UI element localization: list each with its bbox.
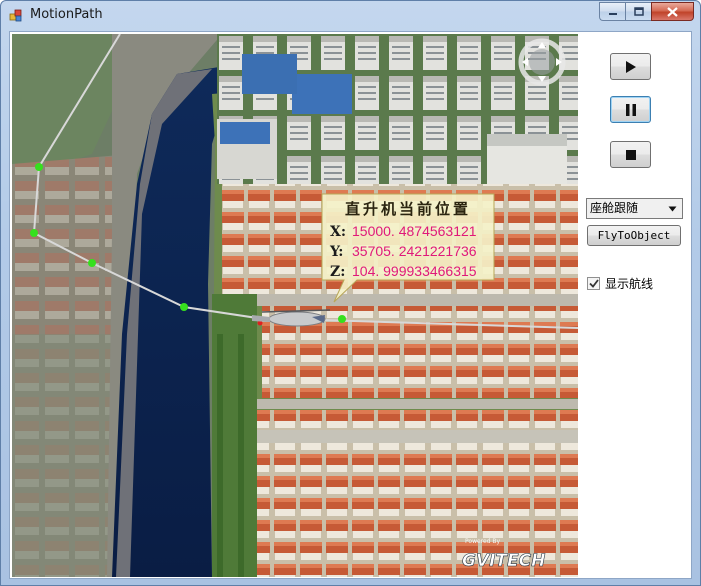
fly-to-object-button[interactable]: FlyToObject [587, 225, 681, 246]
x-value: 15000. 4874563121 [352, 223, 477, 239]
watermark-powered: Powered By [465, 538, 501, 545]
maximize-button[interactable] [625, 2, 651, 21]
camera-mode-value: 座舱跟随 [590, 201, 639, 215]
scene-render: 直升机当前位置 X: 15000. 4874563121 Y: 35705. 2… [12, 34, 578, 577]
compass-navigation-icon[interactable] [518, 38, 566, 86]
close-button[interactable] [651, 2, 694, 21]
minimize-icon [608, 12, 617, 15]
main-window: MotionPath 直升机当前位置 X: 15000. 4874563121 … [0, 0, 701, 586]
play-icon [625, 60, 636, 73]
z-label: Z: [330, 264, 345, 280]
waypoint [338, 315, 346, 323]
window-title: MotionPath [30, 7, 103, 22]
stop-icon [625, 149, 636, 160]
z-value: 104. 999933466315 [352, 263, 477, 279]
close-icon [667, 6, 678, 17]
minimize-button[interactable] [599, 2, 625, 21]
checkmark-icon [588, 278, 599, 288]
waypoint [88, 259, 96, 267]
app-icon [9, 9, 22, 22]
waypoint [180, 303, 188, 311]
chevron-down-icon[interactable] [665, 200, 680, 217]
info-title: 直升机当前位置 [345, 200, 471, 218]
y-label: Y: [329, 244, 343, 260]
show-route-option[interactable]: 显示航线 [587, 275, 653, 291]
show-route-label: 显示航线 [605, 276, 654, 291]
x-label: X: [330, 224, 346, 240]
play-button[interactable] [610, 53, 651, 80]
pause-button[interactable] [610, 96, 651, 123]
caption-buttons [599, 2, 694, 21]
waypoint [30, 229, 38, 237]
client-area: 直升机当前位置 X: 15000. 4874563121 Y: 35705. 2… [9, 31, 692, 579]
fly-to-object-label: FlyToObject [597, 229, 671, 242]
title-bar[interactable]: MotionPath [1, 1, 700, 29]
show-route-checkbox[interactable] [587, 276, 600, 290]
3d-scene-viewport[interactable]: 直升机当前位置 X: 15000. 4874563121 Y: 35705. 2… [12, 34, 578, 577]
maximize-icon [633, 7, 644, 16]
camera-mode-select[interactable]: 座舱跟随 [586, 198, 683, 219]
watermark-brand: GVITECH [462, 551, 545, 571]
stop-button[interactable] [610, 141, 651, 168]
pause-icon [625, 103, 636, 116]
waypoint [35, 163, 43, 171]
y-value: 35705. 2421221736 [352, 243, 477, 259]
